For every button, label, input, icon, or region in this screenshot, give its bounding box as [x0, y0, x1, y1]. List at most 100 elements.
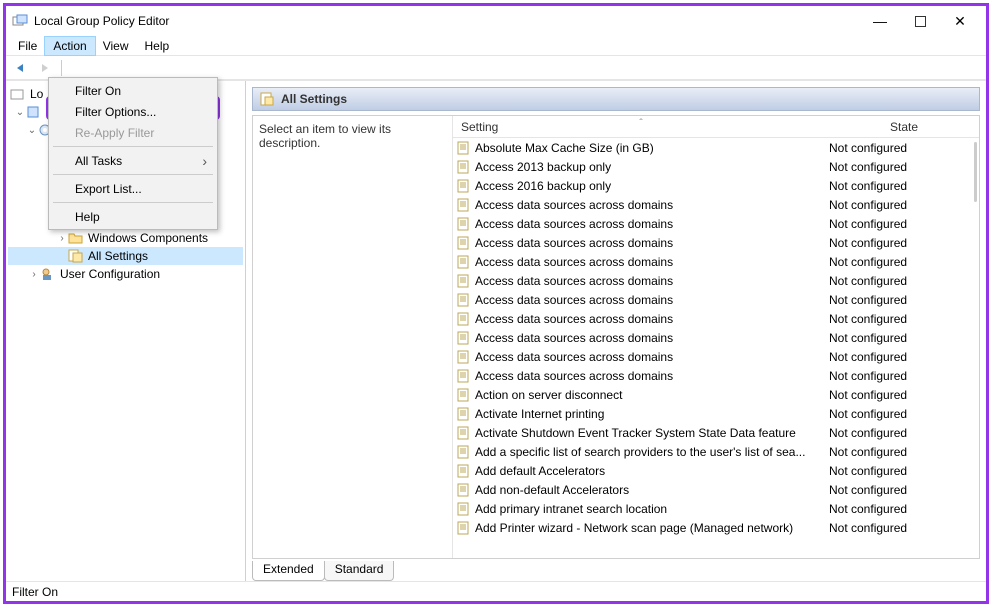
- list-item[interactable]: Access 2016 backup onlyNot configured: [453, 176, 979, 195]
- sort-ascending-icon: ˆ: [639, 118, 642, 129]
- list-item[interactable]: Access 2013 backup onlyNot configured: [453, 157, 979, 176]
- list-item[interactable]: Activate Shutdown Event Tracker System S…: [453, 423, 979, 442]
- policy-item-icon: [457, 198, 471, 212]
- policy-item-icon: [457, 502, 471, 516]
- chevron-right-icon[interactable]: ›: [28, 269, 40, 280]
- window-controls: — ✕: [860, 9, 980, 33]
- content-header: All Settings: [252, 87, 980, 111]
- chevron-down-icon[interactable]: ⌄: [26, 125, 38, 136]
- list-item[interactable]: Add default AcceleratorsNot configured: [453, 461, 979, 480]
- setting-state: Not configured: [829, 179, 979, 193]
- policy-icon: [26, 105, 42, 119]
- list-item[interactable]: Add primary intranet search locationNot …: [453, 499, 979, 518]
- content-split: Select an item to view its description. …: [252, 115, 980, 559]
- menu-help[interactable]: Help: [137, 37, 178, 55]
- setting-state: Not configured: [829, 293, 979, 307]
- all-settings-icon: [68, 249, 84, 263]
- setting-name: Access data sources across domains: [475, 236, 829, 250]
- setting-name: Add a specific list of search providers …: [475, 445, 829, 459]
- tree-item[interactable]: › Windows Components: [8, 229, 243, 247]
- list-item[interactable]: Access data sources across domainsNot co…: [453, 252, 979, 271]
- setting-state: Not configured: [829, 236, 979, 250]
- menu-help[interactable]: Help: [51, 206, 215, 227]
- tab-extended[interactable]: Extended: [252, 561, 325, 581]
- chevron-down-icon[interactable]: ⌄: [14, 107, 26, 118]
- column-headers[interactable]: Setting ˆ State: [453, 116, 979, 138]
- menu-file[interactable]: File: [10, 37, 45, 55]
- menubar: File Action View Help: [6, 36, 986, 56]
- list-item[interactable]: Access data sources across domainsNot co…: [453, 366, 979, 385]
- list-item[interactable]: Access data sources across domainsNot co…: [453, 290, 979, 309]
- policy-item-icon: [457, 293, 471, 307]
- setting-state: Not configured: [829, 445, 979, 459]
- policy-item-icon: [457, 274, 471, 288]
- forward-button[interactable]: [34, 58, 56, 78]
- policy-item-icon: [457, 445, 471, 459]
- list-item[interactable]: Access data sources across domainsNot co…: [453, 347, 979, 366]
- statusbar: Filter On: [6, 581, 986, 601]
- menu-separator: [53, 202, 213, 203]
- tree-item-label: Windows Components: [88, 231, 208, 245]
- setting-name: Activate Shutdown Event Tracker System S…: [475, 426, 829, 440]
- menu-action[interactable]: Action: [45, 37, 94, 55]
- menu-filter-options[interactable]: Filter Options...: [51, 101, 215, 122]
- tree-item[interactable]: All Settings: [8, 247, 243, 265]
- column-state[interactable]: State: [829, 120, 979, 134]
- list-item[interactable]: Access data sources across domainsNot co…: [453, 214, 979, 233]
- policy-item-icon: [457, 350, 471, 364]
- setting-state: Not configured: [829, 369, 979, 383]
- list-item[interactable]: Access data sources across domainsNot co…: [453, 328, 979, 347]
- setting-name: Access data sources across domains: [475, 198, 829, 212]
- list-item[interactable]: Access data sources across domainsNot co…: [453, 195, 979, 214]
- menu-export-list[interactable]: Export List...: [51, 178, 215, 199]
- app-window: Local Group Policy Editor — ✕ File Actio…: [3, 3, 989, 604]
- tree-item-label: User Configuration: [60, 267, 160, 281]
- setting-state: Not configured: [829, 274, 979, 288]
- setting-state: Not configured: [829, 350, 979, 364]
- list-item[interactable]: Add Printer wizard - Network scan page (…: [453, 518, 979, 537]
- setting-state: Not configured: [829, 141, 979, 155]
- list-item[interactable]: Absolute Max Cache Size (in GB)Not confi…: [453, 138, 979, 157]
- menu-separator: [53, 174, 213, 175]
- tab-standard[interactable]: Standard: [324, 561, 395, 581]
- list-item[interactable]: Access data sources across domainsNot co…: [453, 309, 979, 328]
- policy-item-icon: [457, 255, 471, 269]
- back-button[interactable]: [10, 58, 32, 78]
- policy-item-icon: [457, 407, 471, 421]
- list-item[interactable]: Access data sources across domainsNot co…: [453, 271, 979, 290]
- setting-name: Add non-default Accelerators: [475, 483, 829, 497]
- setting-state: Not configured: [829, 502, 979, 516]
- setting-name: Access data sources across domains: [475, 255, 829, 269]
- list-item[interactable]: Action on server disconnectNot configure…: [453, 385, 979, 404]
- minimize-button[interactable]: —: [860, 9, 900, 33]
- tree-item[interactable]: › User Configuration: [8, 265, 243, 283]
- policy-item-icon: [457, 388, 471, 402]
- menu-filter-on[interactable]: Filter On: [51, 80, 215, 101]
- settings-list[interactable]: Setting ˆ State Absolute Max Cache Size …: [453, 116, 979, 558]
- scrollbar-thumb[interactable]: [974, 142, 977, 202]
- setting-name: Access data sources across domains: [475, 293, 829, 307]
- menu-view[interactable]: View: [95, 37, 137, 55]
- policy-item-icon: [457, 217, 471, 231]
- policy-item-icon: [457, 521, 471, 535]
- list-item[interactable]: Add a specific list of search providers …: [453, 442, 979, 461]
- setting-name: Access data sources across domains: [475, 312, 829, 326]
- policy-item-icon: [457, 464, 471, 478]
- list-item[interactable]: Add non-default AcceleratorsNot configur…: [453, 480, 979, 499]
- user-config-icon: [40, 267, 56, 281]
- toolbar-separator: [61, 60, 62, 76]
- list-item[interactable]: Activate Internet printingNot configured: [453, 404, 979, 423]
- column-setting[interactable]: Setting ˆ: [453, 120, 829, 134]
- setting-name: Add primary intranet search location: [475, 502, 829, 516]
- list-item[interactable]: Access data sources across domainsNot co…: [453, 233, 979, 252]
- status-text: Filter On: [12, 585, 58, 599]
- description-pane: Select an item to view its description.: [253, 116, 453, 558]
- maximize-button[interactable]: [900, 9, 940, 33]
- setting-state: Not configured: [829, 521, 979, 535]
- setting-name: Access data sources across domains: [475, 350, 829, 364]
- close-button[interactable]: ✕: [940, 9, 980, 33]
- menu-all-tasks[interactable]: All Tasks: [51, 150, 215, 171]
- chevron-right-icon[interactable]: ›: [56, 233, 68, 244]
- list-body[interactable]: Absolute Max Cache Size (in GB)Not confi…: [453, 138, 979, 558]
- setting-name: Access data sources across domains: [475, 217, 829, 231]
